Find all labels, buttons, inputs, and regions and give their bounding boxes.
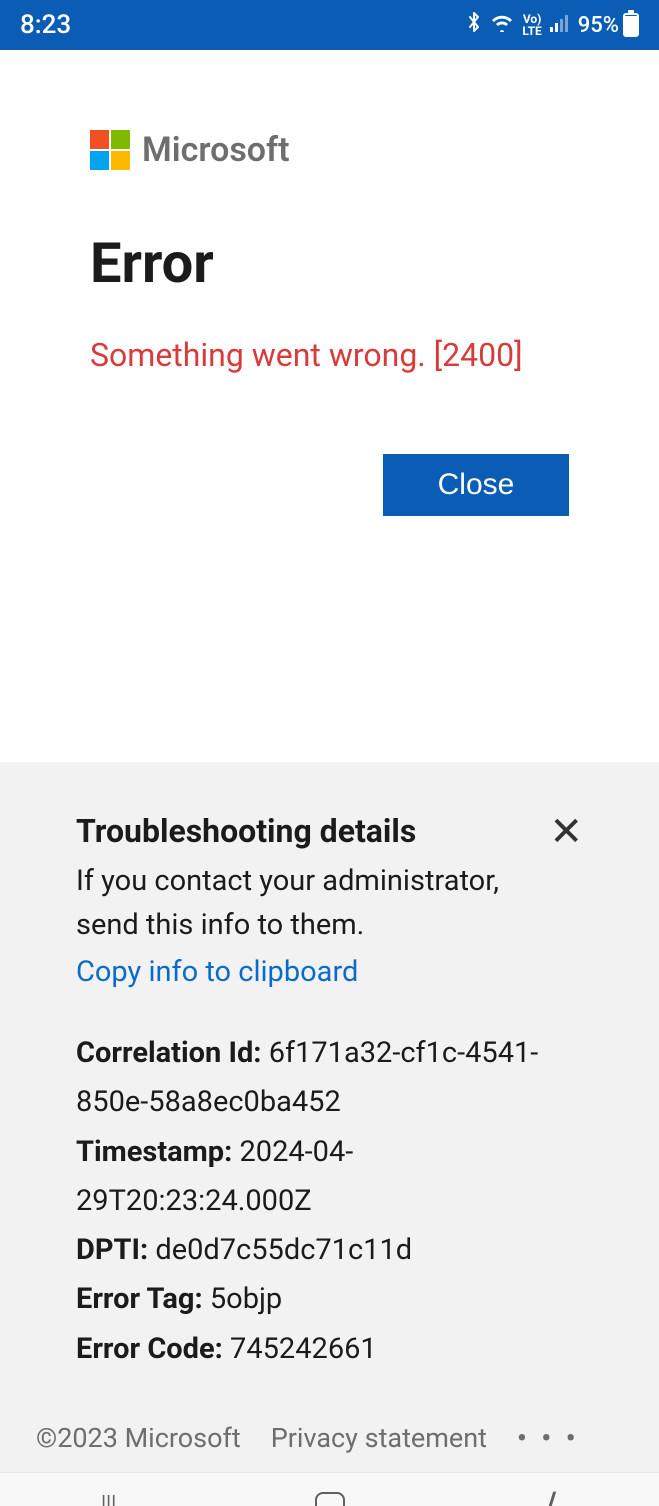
close-icon[interactable]: ✕ bbox=[549, 812, 583, 852]
detail-correlation: Correlation Id: 6f171a32-cf1c-4541-850e-… bbox=[76, 1029, 583, 1128]
wifi-icon bbox=[490, 12, 514, 38]
microsoft-logo-icon bbox=[90, 130, 130, 170]
correlation-label: Correlation Id: bbox=[76, 1036, 261, 1070]
error-card: Microsoft Error Something went wrong. [2… bbox=[0, 50, 659, 762]
battery-indicator: 95% bbox=[578, 13, 639, 38]
timestamp-label: Timestamp: bbox=[76, 1135, 232, 1169]
detail-error-code: Error Code: 745242661 bbox=[76, 1325, 583, 1374]
troubleshoot-subtitle: If you contact your administrator, send … bbox=[76, 860, 556, 947]
back-button[interactable]: ⟨ bbox=[545, 1486, 559, 1506]
brand-name: Microsoft bbox=[142, 130, 290, 170]
detail-error-tag: Error Tag: 5objp bbox=[76, 1275, 583, 1324]
error-message: Something went wrong. [2400] bbox=[90, 336, 569, 374]
android-status-bar: 8:23 Vo) LTE 95% bbox=[0, 0, 659, 50]
troubleshoot-title: Troubleshooting details bbox=[76, 812, 416, 850]
error-tag-label: Error Tag: bbox=[76, 1282, 203, 1316]
signal-icon bbox=[550, 13, 570, 37]
close-button[interactable]: Close bbox=[383, 454, 569, 516]
page-footer: ©2023 Microsoft Privacy statement • • • bbox=[0, 1404, 659, 1472]
error-tag-value: 5objp bbox=[210, 1282, 282, 1316]
status-indicators: Vo) LTE 95% bbox=[466, 10, 639, 40]
copy-to-clipboard-link[interactable]: Copy info to clipboard bbox=[76, 955, 358, 989]
volte-icon: Vo) LTE bbox=[522, 13, 541, 37]
more-options-icon[interactable]: • • • bbox=[517, 1422, 580, 1454]
android-nav-bar: ||| ⟨ bbox=[0, 1472, 659, 1506]
error-code-label: Error Code: bbox=[76, 1332, 223, 1366]
dpti-value: de0d7c55dc71c11d bbox=[155, 1233, 412, 1267]
microsoft-brand: Microsoft bbox=[90, 130, 569, 170]
troubleshoot-details: Correlation Id: 6f171a32-cf1c-4541-850e-… bbox=[76, 1029, 583, 1374]
detail-dpti: DPTI: de0d7c55dc71c11d bbox=[76, 1226, 583, 1275]
bluetooth-icon bbox=[466, 10, 482, 40]
troubleshooting-panel: Troubleshooting details ✕ If you contact… bbox=[0, 762, 659, 1404]
error-code-value: 745242661 bbox=[230, 1332, 377, 1366]
dpti-label: DPTI: bbox=[76, 1233, 148, 1267]
privacy-link[interactable]: Privacy statement bbox=[271, 1422, 487, 1454]
copyright-text: ©2023 Microsoft bbox=[36, 1422, 241, 1454]
error-heading: Error bbox=[90, 230, 569, 296]
status-time: 8:23 bbox=[20, 10, 71, 40]
recent-apps-button[interactable]: ||| bbox=[100, 1488, 115, 1506]
detail-timestamp: Timestamp: 2024-04-29T20:23:24.000Z bbox=[76, 1128, 583, 1227]
battery-icon bbox=[623, 13, 639, 37]
home-button[interactable] bbox=[315, 1492, 345, 1506]
battery-percent: 95% bbox=[578, 13, 619, 38]
